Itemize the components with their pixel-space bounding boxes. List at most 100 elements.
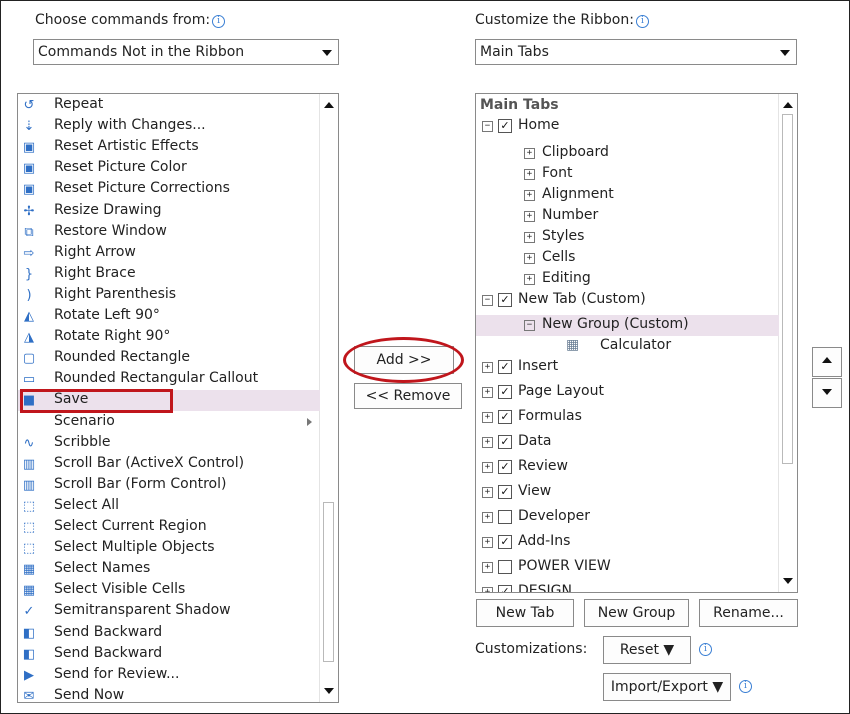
- expand-icon[interactable]: +: [482, 437, 493, 448]
- reset-button[interactable]: Reset ▼: [603, 636, 691, 664]
- command-item[interactable]: ∿ Scribble: [18, 433, 320, 454]
- tree-item[interactable]: + ✓ DESIGN: [476, 582, 779, 592]
- command-item[interactable]: ✓ Semitransparent Shadow: [18, 601, 320, 622]
- tab-checkbox[interactable]: ✓: [498, 385, 512, 399]
- command-item[interactable]: ⬚ Select All: [18, 496, 320, 517]
- tree-scrollbar[interactable]: [778, 94, 797, 592]
- expand-icon[interactable]: +: [482, 512, 493, 523]
- tab-checkbox[interactable]: ✓: [498, 485, 512, 499]
- tab-checkbox[interactable]: [498, 560, 512, 574]
- expand-icon[interactable]: +: [524, 274, 535, 285]
- tree-item[interactable]: + ✓ View: [476, 482, 779, 503]
- tree-item[interactable]: + Clipboard: [476, 143, 779, 164]
- scroll-thumb[interactable]: [323, 502, 334, 662]
- command-item[interactable]: ⧉ Restore Window: [18, 222, 320, 243]
- command-item[interactable]: ◧ Send Backward: [18, 644, 320, 665]
- collapse-icon[interactable]: −: [524, 320, 535, 331]
- tree-item[interactable]: − ✓ New Tab (Custom): [476, 290, 779, 311]
- command-item[interactable]: ▣ Reset Picture Corrections: [18, 179, 320, 200]
- tree-item[interactable]: − ✓ Home: [476, 116, 779, 137]
- expand-icon[interactable]: +: [482, 537, 493, 548]
- tab-checkbox[interactable]: ✓: [498, 360, 512, 374]
- command-item[interactable]: ▦ Select Names: [18, 559, 320, 580]
- tree-item[interactable]: ▦ Calculator: [476, 336, 779, 357]
- command-item[interactable]: ✢ Resize Drawing: [18, 201, 320, 222]
- expand-icon[interactable]: +: [482, 587, 493, 592]
- tab-checkbox[interactable]: ✓: [498, 410, 512, 424]
- tree-item[interactable]: + ✓ Page Layout: [476, 382, 779, 403]
- expand-icon[interactable]: +: [524, 148, 535, 159]
- info-icon[interactable]: i: [699, 643, 712, 656]
- command-item[interactable]: ▦ Select Visible Cells: [18, 580, 320, 601]
- expand-icon[interactable]: +: [482, 562, 493, 573]
- tab-checkbox[interactable]: ✓: [498, 585, 512, 592]
- expand-icon[interactable]: +: [482, 387, 493, 398]
- tab-checkbox[interactable]: ✓: [498, 119, 512, 133]
- command-item[interactable]: ◮ Rotate Right 90°: [18, 327, 320, 348]
- scroll-up-icon[interactable]: [324, 102, 334, 108]
- command-item[interactable]: ⇨ Right Arrow: [18, 243, 320, 264]
- tree-item[interactable]: + ✓ Insert: [476, 357, 779, 378]
- expand-icon[interactable]: +: [524, 190, 535, 201]
- expand-icon[interactable]: +: [482, 362, 493, 373]
- expand-icon[interactable]: +: [482, 462, 493, 473]
- info-icon[interactable]: i: [739, 680, 752, 693]
- scroll-up-icon[interactable]: [783, 102, 793, 108]
- expand-icon[interactable]: +: [524, 232, 535, 243]
- expand-icon[interactable]: +: [524, 169, 535, 180]
- chevron-down-icon[interactable]: [780, 50, 790, 56]
- ribbon-tabs-dropdown[interactable]: Main Tabs: [475, 39, 797, 65]
- command-item[interactable]: Scenario: [18, 412, 320, 433]
- tree-item[interactable]: + Alignment: [476, 185, 779, 206]
- command-item[interactable]: ▭ Rounded Rectangular Callout: [18, 369, 320, 390]
- tree-item[interactable]: + ✓ Add-Ins: [476, 532, 779, 553]
- expand-icon[interactable]: +: [524, 211, 535, 222]
- command-item[interactable]: ✉ Send Now: [18, 686, 320, 702]
- tree-item[interactable]: + ✓ Data: [476, 432, 779, 453]
- info-icon[interactable]: i: [212, 15, 226, 28]
- commands-source-dropdown[interactable]: Commands Not in the Ribbon: [33, 39, 339, 65]
- command-item[interactable]: ⇣ Reply with Changes...: [18, 116, 320, 137]
- command-item[interactable]: ▢ Rounded Rectangle: [18, 348, 320, 369]
- scroll-thumb[interactable]: [782, 114, 793, 464]
- tree-item[interactable]: + POWER VIEW: [476, 557, 779, 578]
- move-down-button[interactable]: [812, 378, 842, 408]
- tab-checkbox[interactable]: ✓: [498, 460, 512, 474]
- command-item[interactable]: ) Right Parenthesis: [18, 285, 320, 306]
- command-item[interactable]: ▣ Reset Artistic Effects: [18, 137, 320, 158]
- new-group-button[interactable]: New Group: [584, 599, 689, 627]
- tab-checkbox[interactable]: ✓: [498, 293, 512, 307]
- remove-button[interactable]: << Remove: [354, 383, 462, 409]
- tree-item[interactable]: + Developer: [476, 507, 779, 528]
- collapse-icon[interactable]: −: [482, 121, 493, 132]
- command-item[interactable]: ↺ Repeat: [18, 95, 320, 116]
- tree-item[interactable]: + Number: [476, 206, 779, 227]
- command-item[interactable]: ⬚ Select Multiple Objects: [18, 538, 320, 559]
- tree-item[interactable]: + ✓ Review: [476, 457, 779, 478]
- tree-item[interactable]: + Font: [476, 164, 779, 185]
- tab-checkbox[interactable]: ✓: [498, 535, 512, 549]
- tree-item[interactable]: − New Group (Custom): [476, 315, 779, 336]
- command-item[interactable]: ▥ Scroll Bar (ActiveX Control): [18, 454, 320, 475]
- command-item[interactable]: ◭ Rotate Left 90°: [18, 306, 320, 327]
- ribbon-tree[interactable]: Main Tabs − ✓ Home + Clipboard + Font + Alignment…: [475, 93, 798, 593]
- scroll-down-icon[interactable]: [783, 578, 793, 584]
- rename-button[interactable]: Rename...: [699, 599, 798, 627]
- command-item[interactable]: } Right Brace: [18, 264, 320, 285]
- tree-item[interactable]: + Cells: [476, 248, 779, 269]
- collapse-icon[interactable]: −: [482, 295, 493, 306]
- expand-icon[interactable]: +: [482, 487, 493, 498]
- new-tab-button[interactable]: New Tab: [476, 599, 574, 627]
- command-item[interactable]: ▥ Scroll Bar (Form Control): [18, 475, 320, 496]
- scroll-down-icon[interactable]: [324, 688, 334, 694]
- chevron-down-icon[interactable]: [322, 50, 332, 56]
- import-export-button[interactable]: Import/Export ▼: [603, 673, 731, 701]
- info-icon[interactable]: i: [635, 15, 649, 28]
- tab-checkbox[interactable]: ✓: [498, 435, 512, 449]
- expand-icon[interactable]: +: [482, 412, 493, 423]
- command-item[interactable]: ▣ Reset Picture Color: [18, 158, 320, 179]
- move-up-button[interactable]: [812, 347, 842, 377]
- tree-item[interactable]: + ✓ Formulas: [476, 407, 779, 428]
- tree-item[interactable]: + Styles: [476, 227, 779, 248]
- command-item[interactable]: ◧ Send Backward: [18, 623, 320, 644]
